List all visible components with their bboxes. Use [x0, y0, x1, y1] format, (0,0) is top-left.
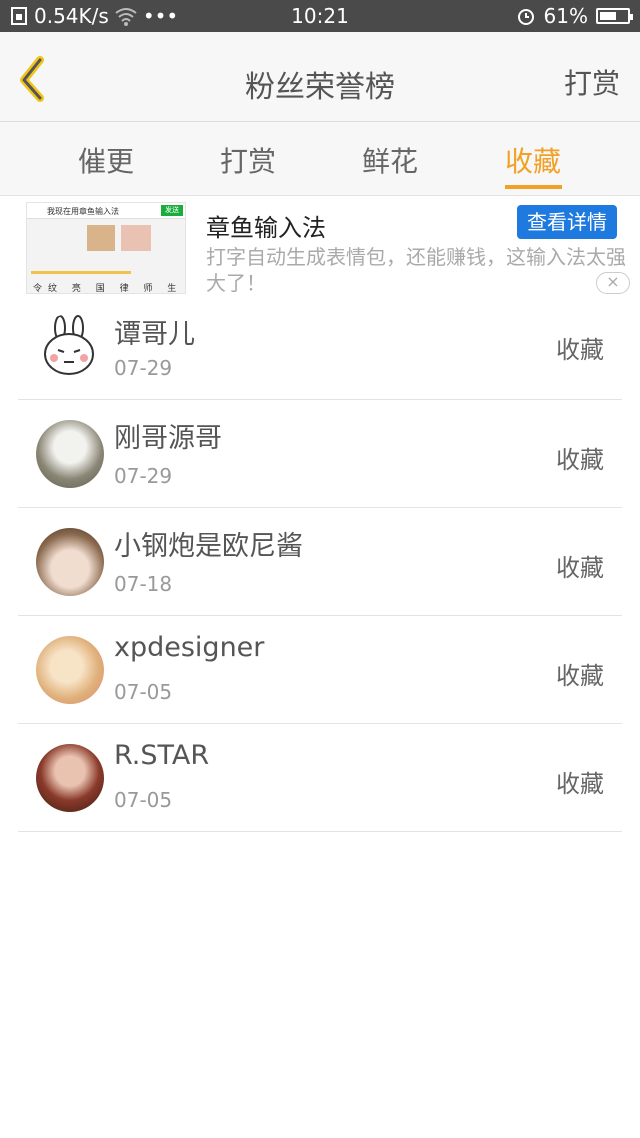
ad-thumb-keys: 令纹 亮 国 律 师 生	[33, 284, 183, 294]
tab-cuigeng[interactable]: 催更	[46, 140, 166, 180]
ad-thumb-slider	[31, 271, 131, 274]
date: 07-05	[114, 680, 173, 704]
list-item[interactable]: xpdesigner 07-05 收藏	[18, 616, 622, 724]
battery-percent: 61%	[543, 4, 588, 28]
nav-header: 粉丝荣誉榜 打赏	[0, 32, 640, 122]
action-type: 收藏	[556, 554, 604, 582]
avatar	[36, 636, 104, 704]
tab-shoucang[interactable]: 收藏	[473, 140, 593, 180]
action-type: 收藏	[556, 446, 604, 474]
avatar	[36, 314, 104, 382]
date: 07-29	[114, 356, 173, 380]
user-name: R.STAR	[114, 740, 210, 771]
reward-button[interactable]: 打赏	[564, 62, 620, 102]
ad-close-button[interactable]: ×	[596, 272, 630, 294]
action-type: 收藏	[556, 336, 604, 364]
ad-thumb-text: 我现在用章鱼输入法	[47, 207, 119, 216]
user-name: 刚哥源哥	[114, 423, 222, 454]
rabbit-avatar-icon	[44, 315, 94, 375]
avatar	[36, 528, 104, 596]
user-name: xpdesigner	[114, 632, 265, 663]
battery-icon	[596, 8, 633, 24]
tab-dashang[interactable]: 打赏	[188, 140, 308, 180]
date: 07-05	[114, 788, 173, 812]
ad-banner[interactable]: 我现在用章鱼输入法 发送 令纹 亮 国 律 师 生 章鱼输入法 打字自动生成表情…	[0, 196, 640, 300]
tab-xianhua[interactable]: 鲜花	[330, 140, 450, 180]
ad-description: 打字自动生成表情包，还能赚钱，这输入法太强大了！	[206, 245, 626, 295]
status-bar: 0.54K/s ••• 10:21 61%	[0, 0, 640, 32]
action-type: 收藏	[556, 662, 604, 690]
action-type: 收藏	[556, 770, 604, 798]
list-item[interactable]: 小钢炮是欧尼酱 07-18 收藏	[18, 508, 622, 616]
battery-fill	[600, 12, 616, 20]
user-name: 谭哥儿	[114, 319, 195, 350]
list-item[interactable]: R.STAR 07-05 收藏	[18, 724, 622, 832]
user-name: 小钢炮是欧尼酱	[114, 531, 303, 562]
ad-thumbnail: 我现在用章鱼输入法 发送 令纹 亮 国 律 师 生	[26, 202, 186, 294]
ad-details-button[interactable]: 查看详情	[517, 205, 617, 239]
page-title: 粉丝荣誉榜	[245, 70, 395, 105]
ad-thumb-send: 发送	[161, 205, 183, 216]
date: 07-18	[114, 572, 173, 596]
ad-title: 章鱼输入法	[206, 214, 326, 242]
tab-bar: 催更 打赏 鲜花 收藏	[0, 122, 640, 196]
fan-list: 谭哥儿 07-29 收藏 刚哥源哥 07-29 收藏 小钢炮是欧尼酱 07-18…	[18, 300, 622, 832]
active-tab-indicator	[505, 185, 562, 189]
alarm-icon	[517, 9, 534, 25]
ad-thumb-image-1	[87, 225, 115, 251]
list-item[interactable]: 刚哥源哥 07-29 收藏	[18, 400, 622, 508]
avatar	[36, 420, 104, 488]
list-item[interactable]: 谭哥儿 07-29 收藏	[18, 300, 622, 400]
avatar	[36, 744, 104, 812]
date: 07-29	[114, 464, 173, 488]
ad-thumb-image-2	[121, 225, 151, 251]
ad-thumb-input-bar: 我现在用章鱼输入法 发送	[27, 203, 185, 219]
